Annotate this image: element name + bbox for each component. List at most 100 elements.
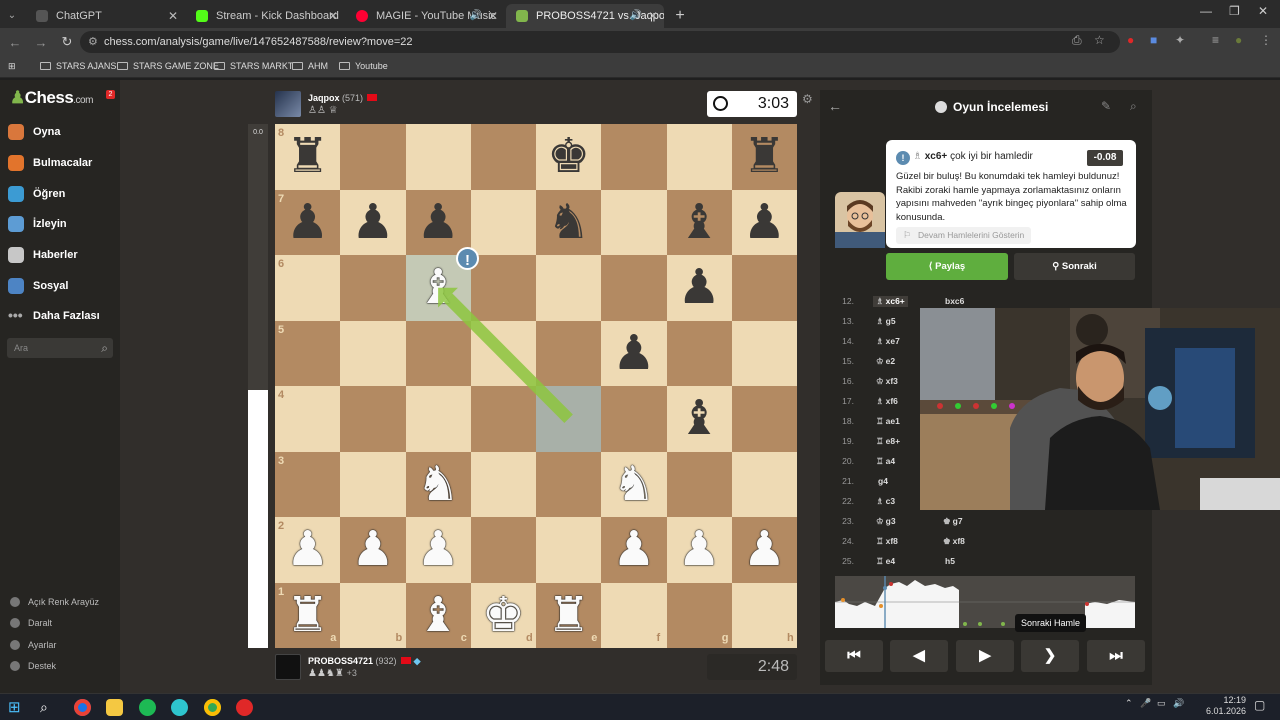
- nav-learn[interactable]: Öğren: [8, 184, 65, 204]
- profile-avatar[interactable]: ●: [1235, 33, 1242, 47]
- share-button[interactable]: ⟨ Paylaş: [886, 253, 1008, 280]
- bookmark-stars-markt[interactable]: STARS MARKT: [214, 61, 293, 71]
- square-g7[interactable]: [666, 189, 732, 255]
- square-f3[interactable]: [601, 451, 667, 517]
- white-move[interactable]: g4: [876, 476, 888, 486]
- nav-social[interactable]: Sosyal: [8, 276, 68, 296]
- chrome-profile-taskbar-icon[interactable]: [204, 699, 221, 716]
- square-a3[interactable]: [275, 451, 341, 517]
- app-icon[interactable]: [171, 699, 188, 716]
- close-tab-icon[interactable]: ✕: [648, 4, 658, 28]
- bookmark-star-icon[interactable]: ☆: [1094, 33, 1105, 47]
- new-tab-button[interactable]: +: [668, 4, 692, 28]
- square-a6[interactable]: [275, 255, 341, 321]
- black-move[interactable]: ♚ g7: [943, 516, 963, 527]
- square-g8[interactable]: [666, 124, 732, 190]
- install-app-icon[interactable]: ⎙: [1072, 33, 1082, 48]
- square-b3[interactable]: [340, 451, 406, 517]
- tab-chess[interactable]: PROBOSS4721 vs. Jaqpox | 🔊 ✕: [506, 4, 664, 28]
- chess-board[interactable]: ♜ 8 ♚ ♜ ♟ 7 ♟ ♟ ♞ ♝ ♟ 6 ♝ ♟ 5 ♟ 4 ♝ 3 ♞ ♞ ♟ 2 ♟ ♟ ♟ ♟ ♟ ♜ 1 a b ♝ c ♚ d ♜ e f g…: [275, 124, 797, 648]
- evaluation-graph[interactable]: [835, 576, 1135, 628]
- white-move[interactable]: ♔ e2: [876, 356, 895, 367]
- volume-icon[interactable]: 🔊: [1173, 698, 1184, 709]
- square-g6[interactable]: [666, 255, 732, 321]
- square-a2[interactable]: [275, 517, 341, 583]
- analysis-icon[interactable]: ✎: [1101, 99, 1111, 113]
- white-move[interactable]: ♗ xc6+: [873, 296, 908, 307]
- chrome-taskbar-icon[interactable]: [74, 699, 91, 716]
- black-move[interactable]: bxc6: [943, 296, 964, 306]
- audio-playing-icon[interactable]: 🔊: [630, 4, 642, 28]
- play-button[interactable]: ▶: [956, 640, 1014, 672]
- last-move-button[interactable]: ⏭: [1087, 640, 1145, 672]
- tab-search-icon[interactable]: ⌄: [0, 4, 24, 28]
- opera-extension-icon[interactable]: ●: [1127, 33, 1134, 47]
- square-c2[interactable]: [405, 517, 471, 583]
- white-move[interactable]: ♖ e8+: [876, 436, 900, 447]
- nav-watch[interactable]: İzleyin: [8, 214, 67, 234]
- minimize-icon[interactable]: —: [1200, 4, 1212, 18]
- square-h6[interactable]: [731, 255, 797, 321]
- square-h7[interactable]: [731, 189, 797, 255]
- restore-icon[interactable]: ❐: [1229, 4, 1240, 18]
- square-c8[interactable]: [405, 124, 471, 190]
- tab-kick[interactable]: Stream - Kick Dashboard ✕: [186, 4, 344, 28]
- obs-icon[interactable]: [236, 699, 253, 716]
- close-tab-icon[interactable]: ✕: [328, 4, 338, 28]
- white-move[interactable]: ♔ g3: [876, 516, 896, 527]
- white-move[interactable]: ♖ xf8: [876, 536, 898, 547]
- square-d5[interactable]: [470, 320, 536, 386]
- board-settings-gear-icon[interactable]: ⚙: [802, 92, 813, 106]
- next-button[interactable]: ⚲ Sonraki: [1014, 253, 1135, 280]
- square-g4[interactable]: [666, 386, 732, 452]
- site-info-icon[interactable]: ⚙: [88, 31, 98, 53]
- bookmark-ahm[interactable]: AHM: [292, 61, 328, 71]
- square-g3[interactable]: [666, 451, 732, 517]
- nav-news[interactable]: Haberler: [8, 245, 78, 265]
- support-button[interactable]: Destek: [10, 661, 56, 671]
- square-e7[interactable]: [536, 189, 602, 255]
- search-icon[interactable]: ⌕: [101, 338, 108, 358]
- reload-icon[interactable]: ↻: [56, 34, 78, 50]
- audio-playing-icon[interactable]: 🔊: [470, 4, 482, 28]
- player-name[interactable]: PROBOSS4721: [308, 656, 373, 666]
- square-a5[interactable]: [275, 320, 341, 386]
- white-move[interactable]: ♗ c3: [876, 496, 895, 507]
- square-h8[interactable]: [731, 124, 797, 190]
- apps-grid-icon[interactable]: ⊞: [8, 61, 16, 72]
- square-g5[interactable]: [666, 320, 732, 386]
- nav-play[interactable]: Oyna: [8, 122, 61, 142]
- square-h5[interactable]: [731, 320, 797, 386]
- square-a7[interactable]: [275, 189, 341, 255]
- square-b4[interactable]: [340, 386, 406, 452]
- tab-youtube-music[interactable]: MAGIE - YouTube Music 🔊 ✕: [346, 4, 504, 28]
- square-f7[interactable]: [601, 189, 667, 255]
- square-e8[interactable]: [536, 124, 602, 190]
- white-move[interactable]: ♗ g5: [876, 316, 896, 327]
- square-h2[interactable]: [731, 517, 797, 583]
- browser-menu-icon[interactable]: ⋮: [1260, 33, 1272, 47]
- nav-puzzles[interactable]: Bulmacalar: [8, 153, 92, 173]
- square-f4[interactable]: [601, 386, 667, 452]
- close-window-icon[interactable]: ✕: [1258, 4, 1268, 18]
- back-icon[interactable]: ←: [4, 35, 26, 50]
- windows-start-icon[interactable]: ⊞: [8, 699, 25, 716]
- square-d4[interactable]: [470, 386, 536, 452]
- avatar[interactable]: [275, 91, 301, 117]
- forward-icon[interactable]: →: [30, 35, 52, 50]
- square-a4[interactable]: [275, 386, 341, 452]
- white-move[interactable]: ♗ xf6: [876, 396, 898, 407]
- white-move[interactable]: ♔ xf3: [876, 376, 898, 387]
- notification-badge[interactable]: 2: [106, 90, 115, 99]
- square-f6[interactable]: [601, 255, 667, 321]
- microphone-icon[interactable]: 🎤: [1140, 698, 1151, 709]
- square-b8[interactable]: [340, 124, 406, 190]
- square-f2[interactable]: [601, 517, 667, 583]
- media-control-icon[interactable]: ≡: [1212, 33, 1219, 47]
- square-h4[interactable]: [731, 386, 797, 452]
- notification-center-icon[interactable]: ▢: [1254, 698, 1265, 712]
- bookmark-youtube[interactable]: Youtube: [339, 61, 388, 71]
- square-g2[interactable]: [666, 517, 732, 583]
- nav-more[interactable]: ••• Daha Fazlası: [8, 306, 100, 326]
- square-a8[interactable]: [275, 124, 341, 190]
